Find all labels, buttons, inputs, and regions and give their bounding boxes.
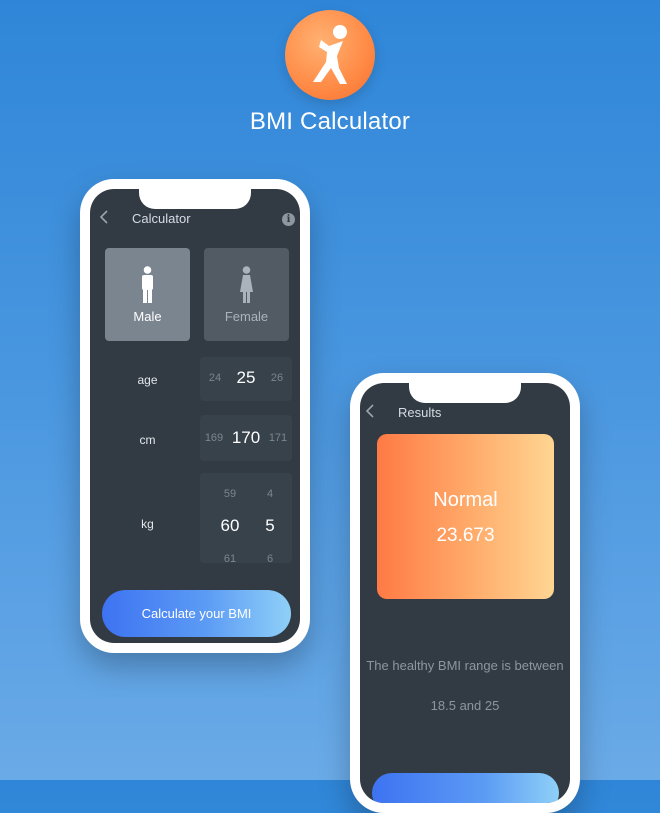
app-title: BMI Calculator xyxy=(249,108,411,135)
weight-dec-selected[interactable]: 5 xyxy=(258,516,282,536)
female-label: Female xyxy=(224,309,269,324)
age-label: age xyxy=(137,373,158,387)
healthy-range-text: The healthy BMI range is between xyxy=(366,658,564,673)
female-option[interactable]: Female xyxy=(204,248,289,341)
weight-int-selected[interactable]: 60 xyxy=(214,516,246,536)
healthy-range-values: 18.5 and 25 xyxy=(430,698,500,713)
bmi-status: Normal xyxy=(433,489,498,511)
male-figure-icon xyxy=(142,266,153,303)
calculator-screen: Calculator i Male Female age 24 25 26 cm… xyxy=(90,189,300,643)
weight-int-prev[interactable]: 59 xyxy=(216,488,244,500)
results-phone: Results Normal 23.673 The healthy BMI ra… xyxy=(350,373,580,813)
back-arrow-icon[interactable] xyxy=(98,209,112,225)
weight-int-next[interactable]: 61 xyxy=(216,553,244,563)
age-prev[interactable]: 24 xyxy=(202,372,228,384)
age-picker[interactable]: 24 25 26 xyxy=(200,357,292,401)
height-selected[interactable]: 170 xyxy=(226,428,266,448)
running-person-icon xyxy=(313,25,347,84)
app-logo-icon xyxy=(285,10,375,100)
weight-picker[interactable]: 59 60 61 4 5 6 xyxy=(200,473,292,563)
male-label: Male xyxy=(133,309,162,324)
age-next[interactable]: 26 xyxy=(264,372,290,384)
bmi-value: 23.673 xyxy=(436,525,495,546)
results-screen: Results Normal 23.673 The healthy BMI ra… xyxy=(360,383,570,803)
calculator-phone: Calculator i Male Female age 24 25 26 cm… xyxy=(80,179,310,653)
results-header-title: Results xyxy=(398,405,442,420)
weight-dec-next[interactable]: 6 xyxy=(260,553,280,563)
calculator-header-title: Calculator xyxy=(132,211,191,226)
height-next[interactable]: 171 xyxy=(264,432,292,444)
age-selected[interactable]: 25 xyxy=(228,368,264,388)
height-prev[interactable]: 169 xyxy=(200,432,228,444)
results-action-button[interactable] xyxy=(372,773,559,803)
phone-notch xyxy=(409,383,521,403)
female-figure-icon xyxy=(240,266,253,303)
height-label: cm xyxy=(139,433,156,447)
weight-label: kg xyxy=(141,517,154,531)
male-option[interactable]: Male xyxy=(105,248,190,341)
back-arrow-icon[interactable] xyxy=(364,403,378,419)
calculate-button[interactable]: Calculate your BMI xyxy=(102,590,291,637)
bmi-result-card: Normal 23.673 xyxy=(377,434,554,599)
phone-notch xyxy=(139,189,251,209)
weight-dec-prev[interactable]: 4 xyxy=(260,488,280,500)
height-picker[interactable]: 169 170 171 xyxy=(200,415,292,461)
info-icon[interactable]: i xyxy=(282,213,295,226)
